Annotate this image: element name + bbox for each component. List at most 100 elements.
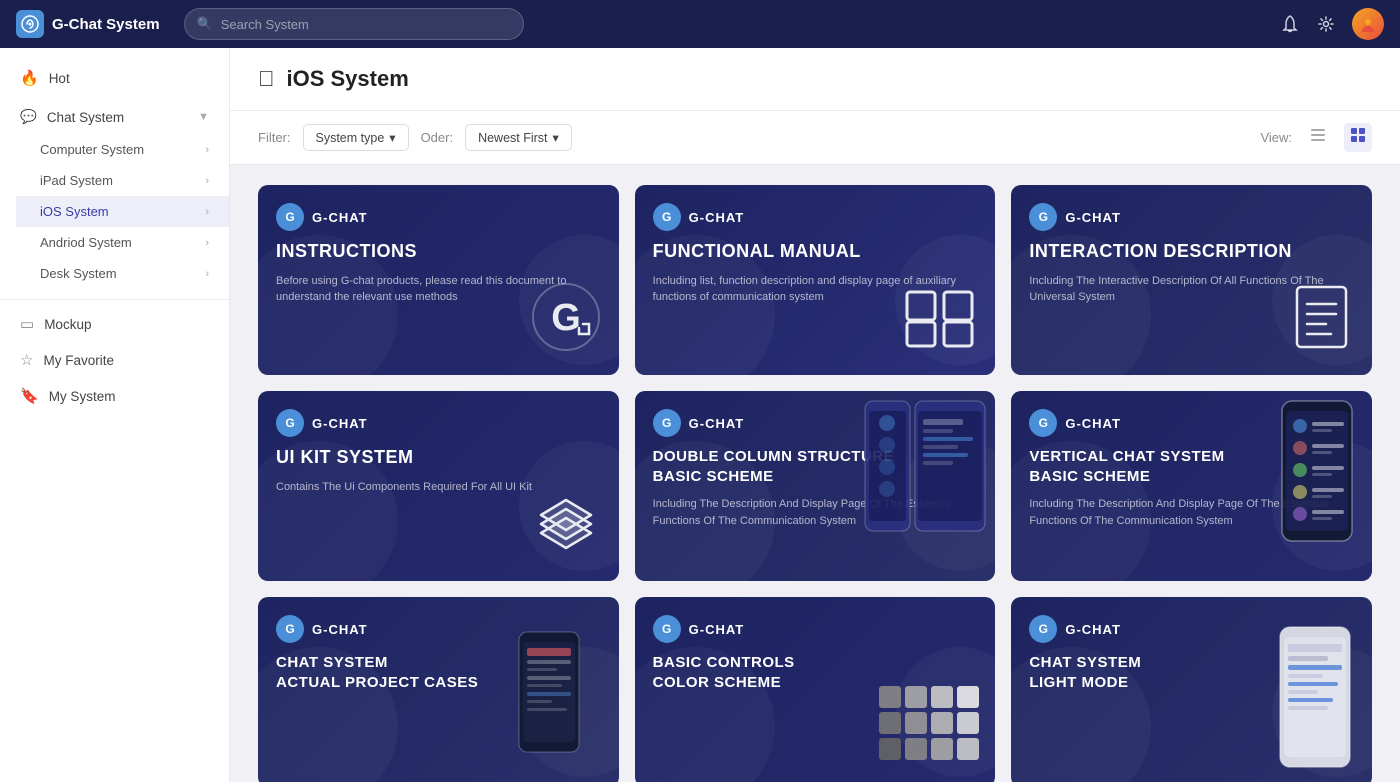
card-brand-icon-7: G (276, 615, 304, 643)
filter-type-button[interactable]: System type ▾ (303, 124, 409, 151)
sidebar-favorite-label: My Favorite (43, 353, 114, 368)
fire-icon: 🔥 (20, 69, 39, 87)
brand-icon (16, 10, 44, 38)
brand-name: G-Chat System (52, 16, 160, 33)
brand-logo[interactable]: G-Chat System (16, 10, 160, 38)
card-instructions[interactable]: G G-CHAT INSTRUCTIONS Before using G-cha… (258, 185, 619, 375)
sidebar: 🔥 Hot 💬 Chat System ▼ Computer System › … (0, 48, 230, 782)
search-icon: 🔍 (197, 16, 213, 32)
card-vertical-phone (1262, 396, 1372, 581)
chevron-right-icon: › (205, 144, 209, 156)
sidebar-android-label: Andriod System (40, 235, 132, 250)
nav-icons (1280, 8, 1384, 40)
card-brand-name-1: G-CHAT (312, 210, 368, 225)
card-ui-kit[interactable]: G G-CHAT UI KIT SYSTEM Contains The Ui C… (258, 391, 619, 581)
cards-scroll-area: G G-CHAT INSTRUCTIONS Before using G-cha… (230, 165, 1400, 782)
card-double-column[interactable]: G G-CHAT DOUBLE COLUMN STRUCTUREBASIC SC… (635, 391, 996, 581)
card-functional-manual[interactable]: G G-CHAT FUNCTIONAL MANUAL Including lis… (635, 185, 996, 375)
filter-dropdown-icon: ▾ (389, 130, 395, 145)
sidebar-item-mockup[interactable]: ▭ Mockup (0, 306, 229, 342)
sidebar-item-chat-system[interactable]: 💬 Chat System ▼ (0, 100, 229, 134)
card-brand-1: G G-CHAT (276, 203, 601, 231)
card-brand-2: G G-CHAT (653, 203, 978, 231)
page-title: iOS System (287, 66, 409, 92)
chevron-right-icon: › (205, 206, 209, 218)
sidebar-item-computer[interactable]: Computer System › (16, 134, 229, 165)
sidebar-computer-label: Computer System (40, 142, 144, 157)
svg-text:G: G (551, 297, 581, 339)
card-chat-cases[interactable]: G G-CHAT CHAT SYSTEMACTUAL PROJECT CASES (258, 597, 619, 782)
card-brand-name-3: G-CHAT (1065, 210, 1121, 225)
card-brand-name-7: G-CHAT (312, 622, 368, 637)
search-bar[interactable]: 🔍 (184, 8, 524, 40)
search-input[interactable] (221, 17, 511, 32)
card-brand-8: G G-CHAT (653, 615, 978, 643)
order-button[interactable]: Newest First ▾ (465, 124, 572, 151)
card-vertical-chat[interactable]: G G-CHAT VERTICAL CHAT SYSTEMBASIC SCHEM… (1011, 391, 1372, 581)
card-phone-screenshot (855, 391, 995, 581)
sidebar-item-desk[interactable]: Desk System › (16, 258, 229, 289)
card-brand-name-8: G-CHAT (689, 622, 745, 637)
card-brand-3: G G-CHAT (1029, 203, 1354, 231)
bookmark-icon: 🔖 (20, 387, 39, 405)
card-icon-cases (499, 622, 619, 782)
card-brand-4: G G-CHAT (276, 409, 601, 437)
sidebar-desk-label: Desk System (40, 266, 117, 281)
card-icon-color-squares (879, 686, 979, 771)
sidebar-mockup-label: Mockup (44, 317, 91, 332)
top-navigation: G-Chat System 🔍 (0, 0, 1400, 48)
card-icon-layers (531, 498, 601, 563)
sidebar-ios-label: iOS System (40, 204, 109, 219)
sidebar-item-android[interactable]: Andriod System › (16, 227, 229, 258)
card-brand-icon-3: G (1029, 203, 1057, 231)
sidebar-item-ipad[interactable]: iPad System › (16, 165, 229, 196)
sidebar-item-favorite[interactable]: ☆ My Favorite (0, 342, 229, 378)
user-avatar[interactable] (1352, 8, 1384, 40)
card-title-4: UI KIT SYSTEM (276, 447, 601, 469)
sidebar-ipad-label: iPad System (40, 173, 113, 188)
sidebar-section-chat: 💬 Chat System ▼ Computer System › iPad S… (0, 96, 229, 293)
card-interaction[interactable]: G G-CHAT INTERACTION DESCRIPTION Includi… (1011, 185, 1372, 375)
card-brand-name-6: G-CHAT (1065, 416, 1121, 431)
card-brand-icon-9: G (1029, 615, 1057, 643)
card-brand-name-4: G-CHAT (312, 416, 368, 431)
sidebar-item-hot[interactable]: 🔥 Hot (0, 60, 229, 96)
card-title-2: FUNCTIONAL MANUAL (653, 241, 978, 263)
card-desc-4: Contains The Ui Components Required For … (276, 479, 601, 496)
apple-logo-icon:  (258, 66, 275, 92)
sidebar-chat-label: Chat System (47, 110, 124, 125)
filter-type-label: System type (316, 131, 385, 145)
filter-label: Filter: (258, 130, 291, 145)
grid-view-button[interactable] (1344, 123, 1372, 152)
view-label: View: (1260, 130, 1292, 145)
order-dropdown-icon: ▾ (553, 130, 559, 145)
card-brand-name-5: G-CHAT (689, 416, 745, 431)
settings-icon[interactable] (1316, 14, 1336, 34)
card-brand-icon-1: G (276, 203, 304, 231)
sidebar-item-ios[interactable]: iOS System › (16, 196, 229, 227)
list-view-button[interactable] (1304, 123, 1332, 152)
chevron-right-icon: › (205, 237, 209, 249)
star-icon: ☆ (20, 351, 33, 369)
card-icon-doc (1289, 282, 1354, 357)
chevron-down-icon: ▼ (198, 111, 209, 123)
filters-bar: Filter: System type ▾ Oder: Newest First… (230, 111, 1400, 165)
order-label: Oder: (421, 130, 454, 145)
chevron-right-icon: › (205, 268, 209, 280)
card-title-1: INSTRUCTIONS (276, 241, 601, 263)
sidebar-hot-label: Hot (49, 71, 70, 86)
sidebar-system-label: My System (49, 389, 116, 404)
chevron-right-icon: › (205, 175, 209, 187)
notifications-icon[interactable] (1280, 14, 1300, 34)
chat-icon: 💬 (20, 109, 37, 125)
sidebar-item-my-system[interactable]: 🔖 My System (0, 378, 229, 414)
order-value-label: Newest First (478, 131, 547, 145)
card-light-mode[interactable]: G G-CHAT CHAT SYSTEMLIGHT MODE (1011, 597, 1372, 782)
card-brand-icon-8: G (653, 615, 681, 643)
card-brand-icon-6: G (1029, 409, 1057, 437)
card-brand-name-2: G-CHAT (689, 210, 745, 225)
mockup-icon: ▭ (20, 315, 34, 333)
card-icon-gchat-logo: G (531, 282, 601, 357)
card-color-scheme[interactable]: G G-CHAT BASIC CONTROLSCOLOR SCHEME (635, 597, 996, 782)
card-brand-icon-4: G (276, 409, 304, 437)
